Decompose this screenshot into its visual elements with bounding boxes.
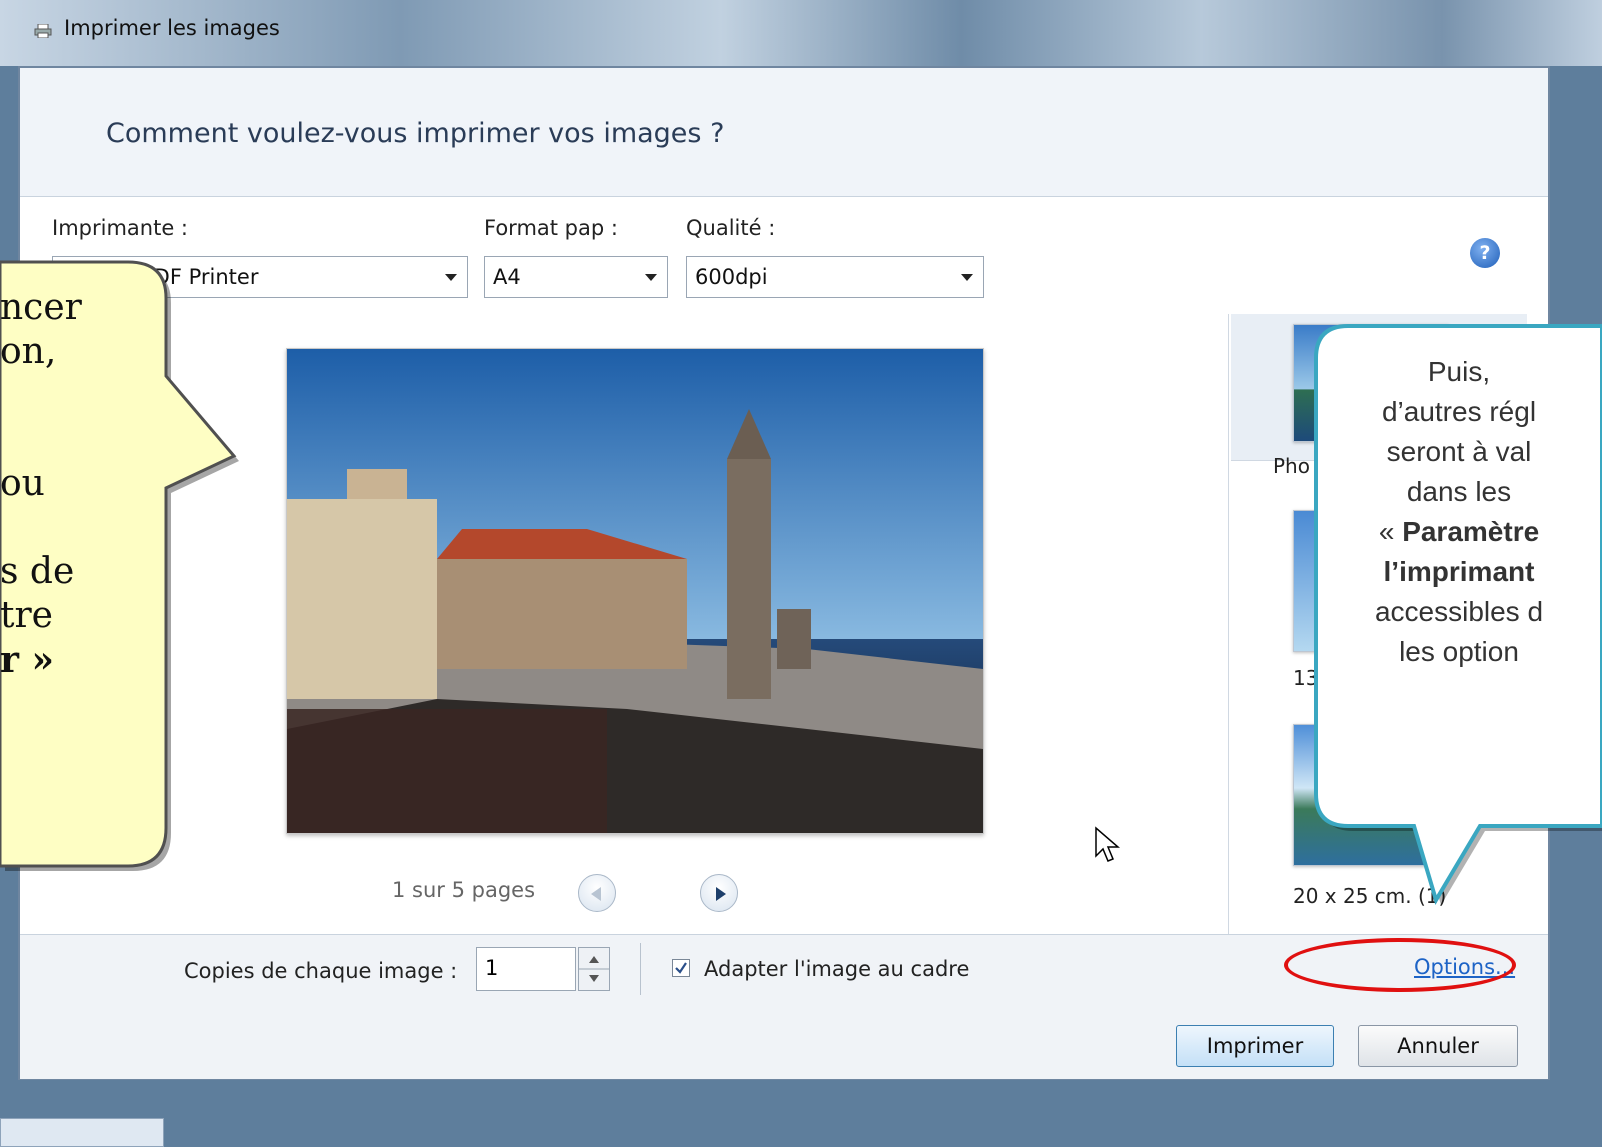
paper-size-value: A4	[493, 265, 521, 289]
callout-left-line: r »	[0, 639, 54, 681]
callout-left-line	[0, 506, 156, 550]
options-highlight-ellipse	[1284, 938, 1516, 992]
callout-right-quote: «	[1378, 516, 1403, 547]
copies-input[interactable]: 1	[476, 947, 576, 991]
chevron-down-icon	[445, 274, 457, 281]
callout-left-line: s de	[0, 551, 75, 592]
callout-left-line: ncer	[0, 287, 82, 328]
copies-label: Copies de chaque image :	[184, 959, 458, 983]
callout-right-bold: Paramètre	[1402, 516, 1540, 547]
dialog-question: Comment voulez-vous imprimer vos images …	[106, 118, 725, 149]
help-icon[interactable]: ?	[1470, 238, 1500, 268]
callout-left-line: ou	[0, 463, 45, 504]
callout-right-text: Puis, d’autres régl seront à val dans le…	[1316, 352, 1602, 672]
window-title: Imprimer les images	[64, 16, 280, 40]
photo-preview-image	[287, 349, 983, 833]
callout-left-line	[0, 374, 156, 418]
callout-right-line: l’imprimant	[1383, 556, 1535, 587]
taskbar-button[interactable]	[0, 1118, 164, 1147]
arrow-right-icon	[716, 887, 726, 901]
callout-left-line	[0, 418, 156, 462]
printer-label: Imprimante :	[52, 216, 188, 240]
print-button[interactable]: Imprimer	[1176, 1025, 1334, 1067]
paper-size-label: Format pap :	[484, 216, 618, 240]
printer-icon	[34, 24, 52, 38]
fit-image-label: Adapter l'image au cadre	[704, 957, 970, 981]
paper-size-select[interactable]: A4	[484, 256, 668, 298]
callout-left-line: tre	[0, 595, 53, 636]
quality-label: Qualité :	[686, 216, 776, 240]
print-preview	[286, 348, 984, 834]
callout-right-line: les option	[1399, 636, 1519, 667]
callout-right-line: Puis,	[1427, 356, 1491, 387]
chevron-down-icon	[645, 274, 657, 281]
copies-stepper[interactable]	[578, 947, 610, 991]
dialog-header: Comment voulez-vous imprimer vos images …	[20, 68, 1548, 197]
callout-right-line: seront à val	[1386, 436, 1532, 467]
callout-right-line: d’autres régl	[1381, 396, 1537, 427]
quality-value: 600dpi	[695, 265, 768, 289]
stepper-arrows-icon	[579, 956, 609, 982]
footer-divider	[640, 943, 641, 995]
chevron-down-icon	[961, 274, 973, 281]
page-indicator: 1 sur 5 pages	[392, 878, 536, 902]
window-title-bar: Imprimer les images	[0, 0, 1602, 66]
next-page-button[interactable]	[700, 874, 738, 912]
callout-right-line: accessibles d	[1374, 596, 1544, 627]
previous-page-button[interactable]	[578, 874, 616, 912]
callout-right-line: « Paramètre	[1316, 512, 1602, 552]
callout-left-text: ncer on, ou s de tre r »	[0, 286, 156, 682]
callout-right-line: dans les	[1406, 476, 1512, 507]
arrow-left-icon	[591, 887, 601, 901]
mouse-cursor-icon	[1095, 826, 1120, 862]
callout-left-line: on,	[0, 331, 57, 372]
checkmark-icon	[675, 962, 687, 974]
cancel-button[interactable]: Annuler	[1358, 1025, 1518, 1067]
quality-select[interactable]: 600dpi	[686, 256, 984, 298]
fit-image-checkbox[interactable]	[672, 959, 690, 977]
